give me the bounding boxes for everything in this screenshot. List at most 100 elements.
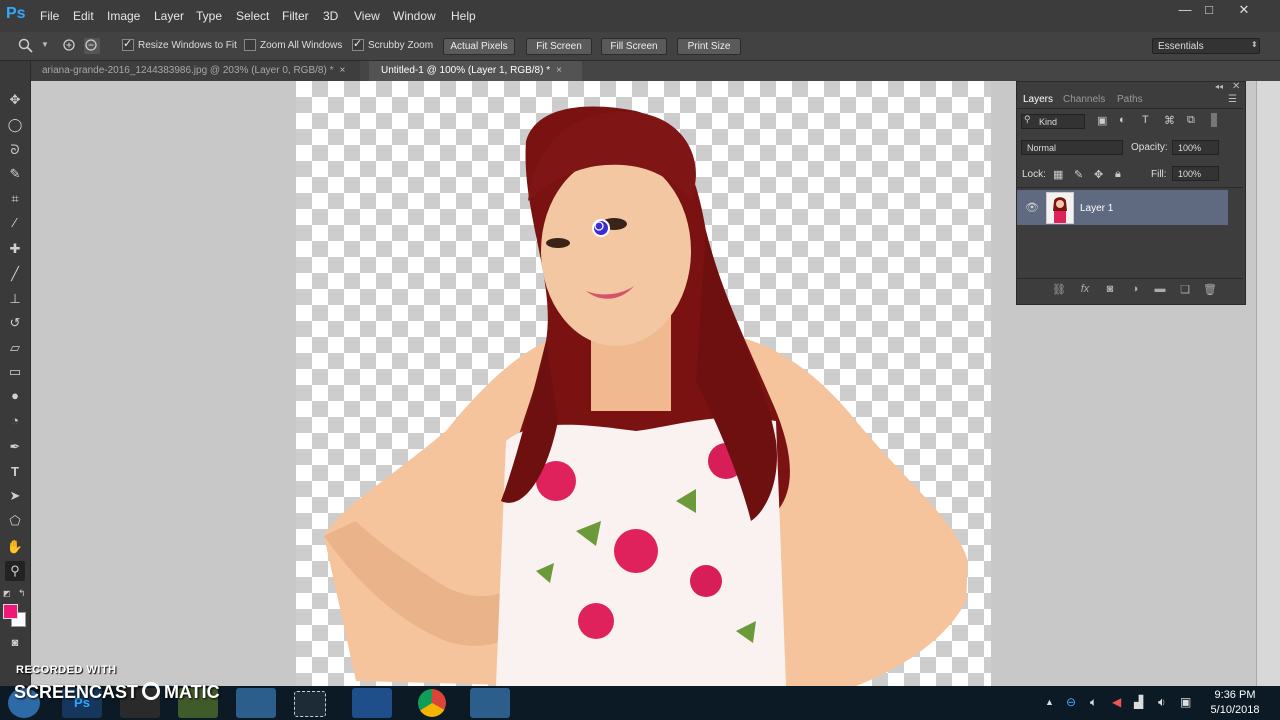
- pixel-filter-icon[interactable]: ▣: [1097, 114, 1107, 127]
- gradient-tool-icon[interactable]: ▭: [5, 362, 25, 382]
- type-tool-icon[interactable]: T: [5, 462, 25, 482]
- lasso-tool-icon[interactable]: ᘐ: [5, 140, 25, 160]
- opacity-input[interactable]: 100%: [1172, 140, 1219, 155]
- document-canvas[interactable]: [296, 81, 991, 686]
- zoom-out-icon[interactable]: [84, 38, 100, 54]
- close-panel-icon[interactable]: ✕: [1232, 81, 1240, 92]
- new-layer-icon[interactable]: ❏: [1178, 283, 1192, 296]
- collapse-panel-icon[interactable]: ◂◂: [1215, 82, 1223, 91]
- resize-windows-checkbox[interactable]: [122, 37, 134, 51]
- quick-selection-tool-icon[interactable]: ✎: [5, 164, 25, 184]
- delete-layer-icon[interactable]: 🗑︎: [1203, 283, 1217, 296]
- tray-chevron-icon[interactable]: ▲: [1045, 697, 1054, 707]
- tab-ariana-grande[interactable]: ariana-grande-2016_1244383986.jpg @ 203%…: [30, 61, 360, 81]
- crop-tool-icon[interactable]: ⌗: [5, 189, 25, 209]
- smart-object-filter-icon[interactable]: ⧉: [1187, 114, 1195, 127]
- fill-screen-button[interactable]: Fill Screen: [601, 38, 667, 55]
- tab-paths[interactable]: Paths: [1117, 94, 1143, 105]
- dodge-tool-icon[interactable]: ◔: [5, 411, 25, 431]
- menu-select[interactable]: Select: [236, 9, 269, 23]
- zoom-tool-icon[interactable]: [18, 38, 34, 54]
- zoom-tool-active-icon[interactable]: ⚲: [5, 561, 25, 581]
- tray-alert-icon[interactable]: ◀: [1112, 695, 1121, 709]
- menu-layer[interactable]: Layer: [154, 9, 184, 23]
- foreground-color-swatch[interactable]: [3, 604, 18, 619]
- tab-untitled-1[interactable]: Untitled-1 @ 100% (Layer 1, RGB/8) * ×: [369, 61, 582, 81]
- shape-filter-icon[interactable]: ⌘: [1164, 114, 1175, 127]
- visibility-eye-icon[interactable]: 👁︎: [1025, 201, 1039, 214]
- adjustment-filter-icon[interactable]: ◐: [1119, 114, 1126, 126]
- fill-input[interactable]: 100%: [1172, 166, 1219, 181]
- tab-close-icon[interactable]: ×: [556, 65, 562, 76]
- brush-tool-icon[interactable]: ╱: [5, 264, 25, 284]
- menu-edit[interactable]: Edit: [73, 9, 94, 23]
- swap-colors-icon[interactable]: ↰: [18, 588, 26, 599]
- tray-network-icon[interactable]: ⊖: [1066, 695, 1076, 709]
- close-button[interactable]: ✕: [1233, 2, 1255, 20]
- control-panel-taskbar-icon[interactable]: [236, 688, 276, 718]
- add-mask-icon[interactable]: ◙: [1103, 283, 1117, 295]
- tray-action-center-icon[interactable]: ▣: [1180, 695, 1191, 709]
- type-filter-icon[interactable]: T: [1142, 114, 1149, 126]
- menu-image[interactable]: Image: [107, 9, 140, 23]
- new-group-icon[interactable]: ▬: [1153, 283, 1167, 295]
- path-selection-tool-icon[interactable]: ➤: [5, 486, 25, 506]
- blur-tool-icon[interactable]: ●: [5, 386, 25, 406]
- layer-style-fx-icon[interactable]: fx: [1078, 283, 1092, 295]
- panel-menu-icon[interactable]: ☰: [1228, 94, 1237, 105]
- menu-view[interactable]: View: [354, 9, 380, 23]
- scrubby-zoom-checkbox[interactable]: [352, 37, 364, 51]
- kind-filter-select[interactable]: Kind: [1021, 114, 1085, 129]
- tray-speaker-icon[interactable]: 🔈︎: [1090, 695, 1097, 710]
- explorer-taskbar-icon[interactable]: [470, 688, 510, 718]
- zoom-all-label: Zoom All Windows: [260, 40, 343, 51]
- quick-mask-icon[interactable]: ◙: [5, 633, 25, 653]
- zoom-in-icon[interactable]: [62, 38, 78, 54]
- menu-filter[interactable]: Filter: [282, 9, 309, 23]
- workspace-label: Essentials: [1158, 41, 1204, 52]
- maximize-button[interactable]: □: [1198, 2, 1220, 20]
- filter-toggle[interactable]: [1211, 113, 1217, 127]
- actual-pixels-button[interactable]: Actual Pixels: [443, 38, 515, 55]
- minimize-button[interactable]: —: [1174, 2, 1196, 20]
- adjustment-layer-icon[interactable]: ◑: [1128, 283, 1142, 295]
- blend-mode-select[interactable]: Normal: [1021, 140, 1123, 155]
- menu-file[interactable]: File: [40, 9, 59, 23]
- print-size-button[interactable]: Print Size: [677, 38, 741, 55]
- lock-position-icon[interactable]: ✥: [1094, 168, 1103, 181]
- menu-3d[interactable]: 3D: [323, 9, 338, 23]
- zoom-all-checkbox[interactable]: [244, 39, 256, 51]
- snipping-tool-taskbar-icon[interactable]: [294, 691, 326, 717]
- menu-type[interactable]: Type: [196, 9, 222, 23]
- tab-layers[interactable]: Layers: [1023, 94, 1053, 105]
- lock-all-icon[interactable]: 🔒︎: [1115, 168, 1121, 181]
- tab-close-icon[interactable]: ×: [339, 65, 345, 76]
- menu-help[interactable]: Help: [451, 9, 476, 23]
- chrome-taskbar-icon[interactable]: [418, 689, 446, 717]
- tray-signal-icon[interactable]: ▟: [1134, 695, 1143, 709]
- tool-preset-chevron-icon[interactable]: ▼: [41, 40, 49, 49]
- move-tool-icon[interactable]: ✥: [5, 90, 25, 110]
- layer-name[interactable]: Layer 1: [1080, 203, 1113, 214]
- clone-stamp-tool-icon[interactable]: ⊥: [5, 289, 25, 309]
- taskbar-clock[interactable]: 9:36 PM 5/10/2018: [1205, 688, 1265, 718]
- fit-screen-button[interactable]: Fit Screen: [526, 38, 592, 55]
- healing-brush-tool-icon[interactable]: ✚: [5, 239, 25, 259]
- eyedropper-tool-icon[interactable]: ⁄: [5, 213, 25, 233]
- tab-channels[interactable]: Channels: [1063, 94, 1105, 105]
- word-taskbar-icon[interactable]: [352, 688, 392, 718]
- menu-window[interactable]: Window: [393, 9, 436, 23]
- hand-tool-icon[interactable]: ✋: [5, 537, 25, 557]
- lock-transparency-icon[interactable]: ▦: [1053, 168, 1063, 181]
- link-layers-icon[interactable]: ⛓: [1052, 283, 1066, 296]
- lock-pixels-icon[interactable]: ✎: [1074, 168, 1083, 181]
- shape-tool-icon[interactable]: ⬠: [5, 511, 25, 531]
- default-colors-icon[interactable]: ◩: [3, 589, 11, 598]
- tray-volume-icon[interactable]: 🔉︎: [1158, 695, 1166, 710]
- eraser-tool-icon[interactable]: ▱: [5, 338, 25, 358]
- pen-tool-icon[interactable]: ✒: [5, 437, 25, 457]
- history-brush-tool-icon[interactable]: ↺: [5, 313, 25, 333]
- workspace-select[interactable]: Essentials: [1152, 38, 1260, 54]
- right-scroll-area[interactable]: [1256, 81, 1280, 686]
- elliptical-marquee-tool-icon[interactable]: ◯: [5, 115, 25, 135]
